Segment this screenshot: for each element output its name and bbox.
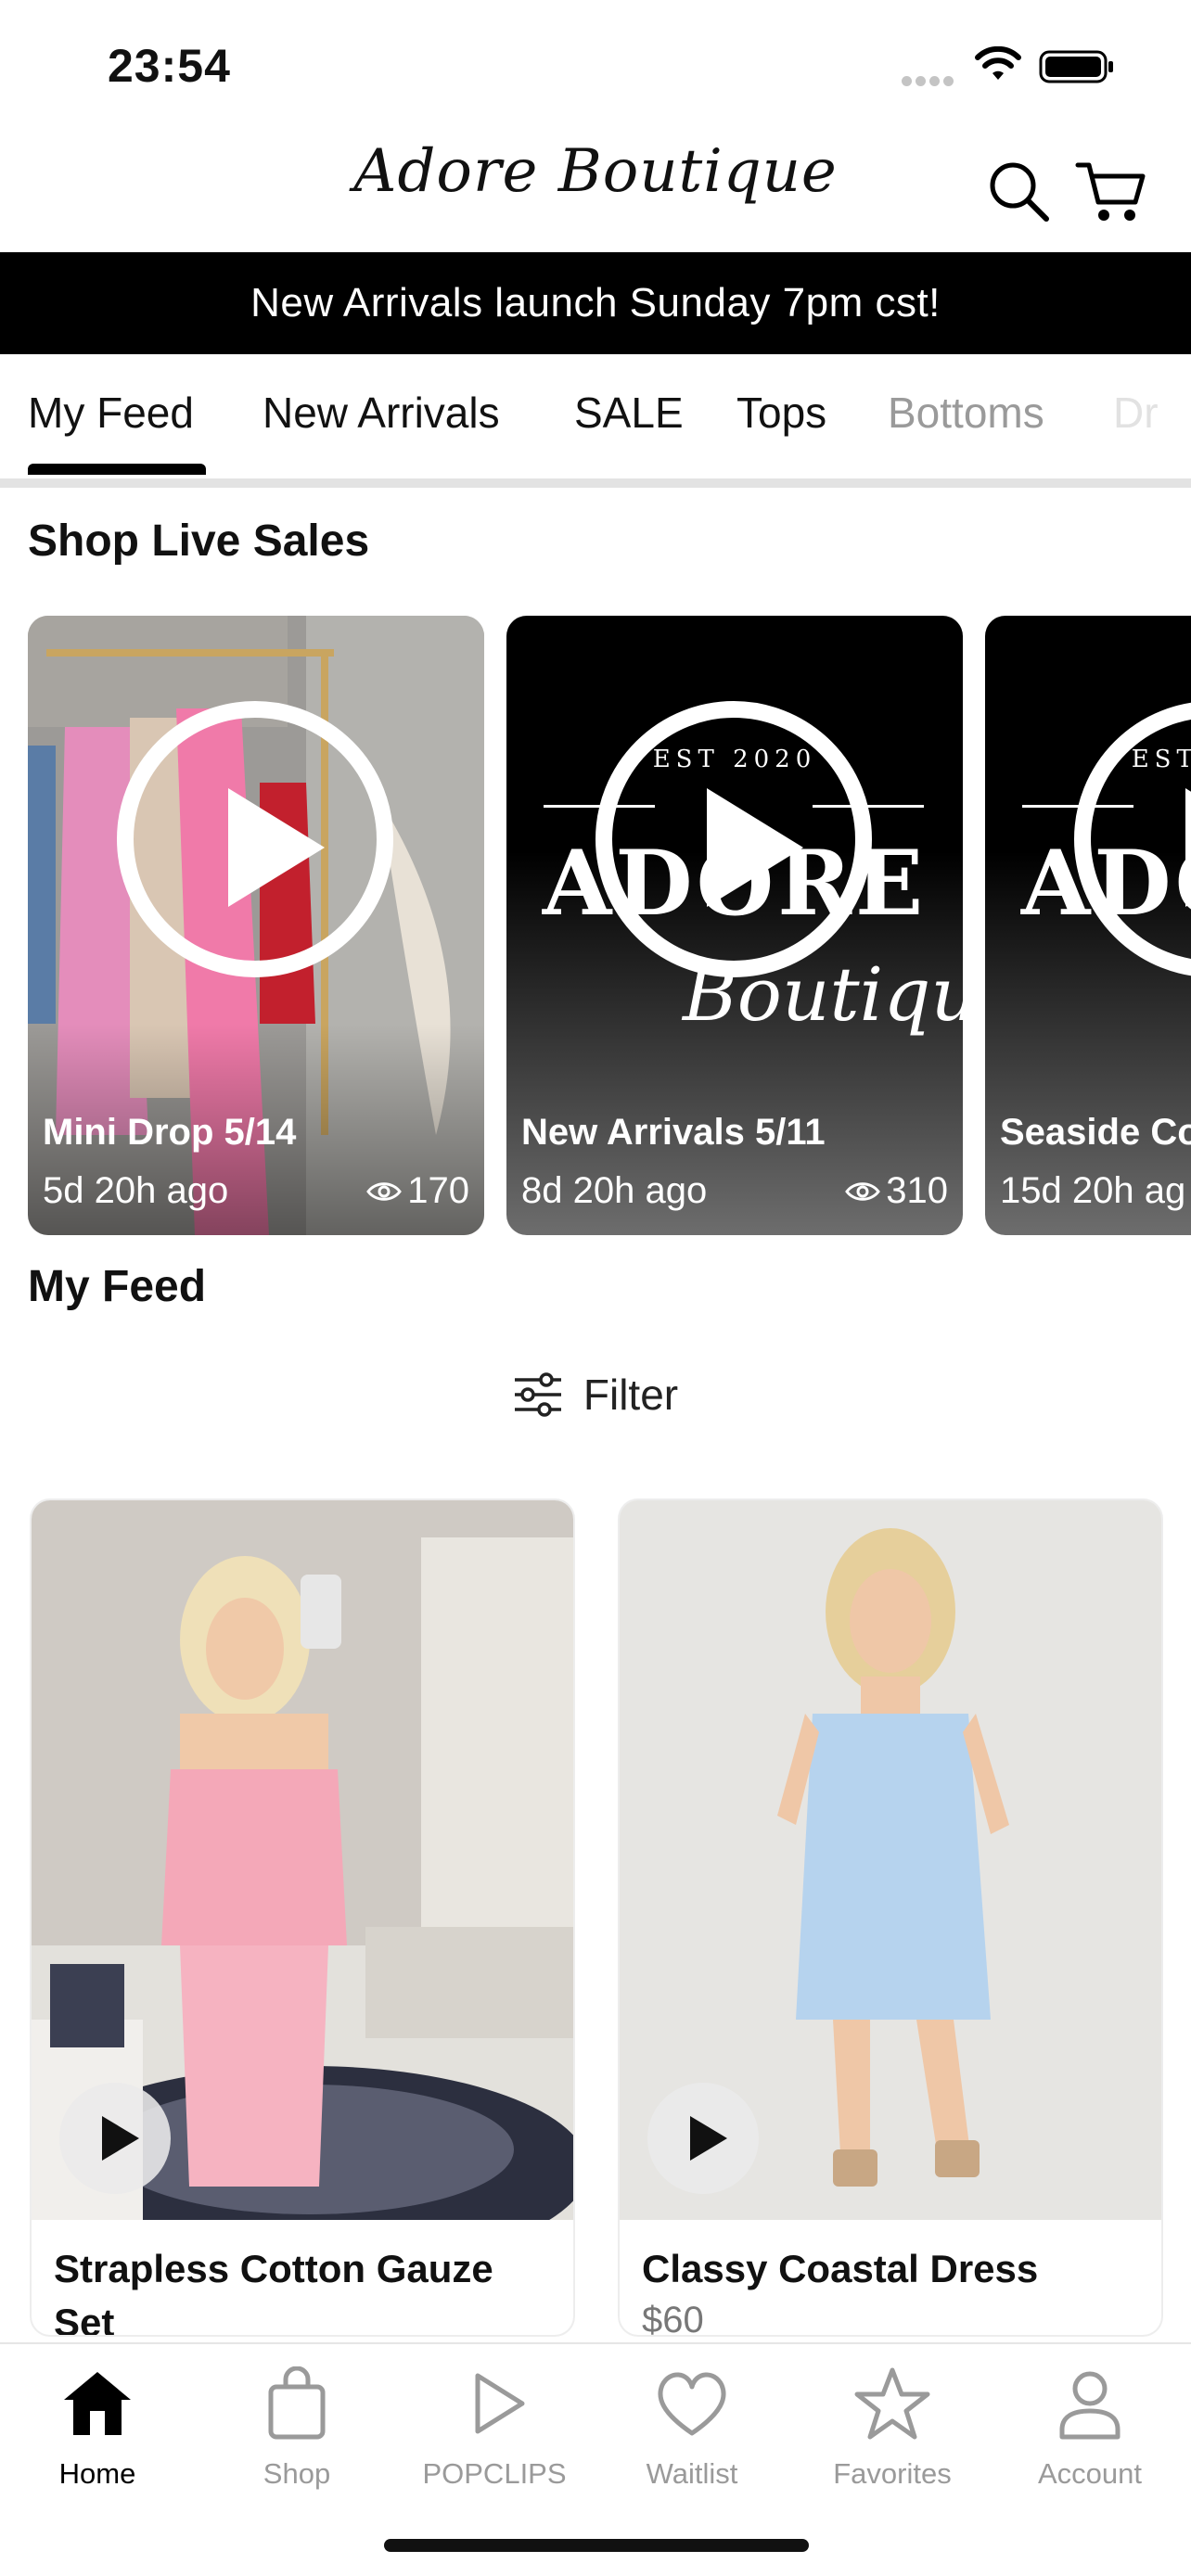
nav-label: Home [58,2457,136,2490]
nav-popclips[interactable]: POPCLIPS [411,2366,578,2491]
wifi-icon [975,46,1021,80]
home-indicator[interactable] [384,2539,809,2552]
eye-icon [366,1181,403,1201]
tab-my-feed[interactable]: My Feed [28,388,194,438]
tabs-divider [0,478,1191,488]
video-play-icon[interactable] [59,2083,171,2194]
product-name: Strapless Cotton Gauze Set [54,2247,493,2335]
nav-label: Waitlist [646,2457,738,2490]
category-tabs: My Feed New Arrivals SALE Tops Bottoms D… [0,354,1191,484]
app-header: Adore Boutique [0,130,1191,252]
live-sales-title: Shop Live Sales [28,516,370,566]
play-icon[interactable] [596,701,872,977]
tab-sale[interactable]: SALE [574,388,684,438]
live-sale-card[interactable]: Mini Drop 5/14 5d 20h ago 170 [28,616,484,1235]
announcement-banner[interactable]: New Arrivals launch Sunday 7pm cst! [0,252,1191,354]
views-count: 310 [886,1170,948,1211]
cellular-signal-icon [902,74,957,86]
nav-waitlist[interactable]: Waitlist [608,2366,775,2491]
eye-icon [845,1181,881,1201]
filter-label: Filter [583,1371,679,1419]
live-card-title: Mini Drop 5/14 [43,1112,297,1153]
views-count: 170 [407,1170,469,1211]
product-card[interactable]: Classy Coastal Dress $60 [620,1500,1161,2335]
cart-icon[interactable] [1074,154,1148,228]
active-tab-indicator [28,464,206,475]
nav-shop[interactable]: Shop [213,2366,380,2491]
play-icon [475,2373,525,2434]
live-card-age: 5d 20h ago [43,1170,229,1211]
video-play-icon[interactable] [647,2083,759,2194]
nav-account[interactable]: Account [1006,2366,1173,2491]
live-sale-card[interactable]: EST 2020 ADORE Seaside Co 15d 20h ag [985,616,1191,1235]
battery-icon [1039,50,1113,83]
nav-label: Account [1037,2457,1142,2490]
filter-button[interactable]: Filter [0,1359,1191,1430]
nav-home[interactable]: Home [14,2366,181,2491]
heart-icon [658,2372,726,2436]
live-card-age: 8d 20h ago [521,1170,708,1211]
live-card-title: New Arrivals 5/11 [521,1112,826,1153]
product-name: Classy Coastal Dress [642,2247,1039,2290]
product-price: $60 [642,2300,704,2335]
live-sales-carousel[interactable]: Mini Drop 5/14 5d 20h ago 170 EST 2020 A… [0,616,1191,1237]
live-sale-card[interactable]: EST 2020 ADORE Boutique New Arrivals 5/1… [506,616,963,1235]
tab-new-arrivals[interactable]: New Arrivals [263,388,500,438]
tab-dresses[interactable]: Dr [1113,388,1159,438]
status-bar: 23:54 [0,0,1191,130]
nav-label: Favorites [833,2457,952,2490]
live-card-views: 310 [845,1170,948,1212]
live-card-age: 15d 20h ag [1000,1170,1186,1211]
tab-bottoms[interactable]: Bottoms [888,388,1044,438]
product-card[interactable]: Strapless Cotton Gauze Set [32,1500,573,2335]
tab-tops[interactable]: Tops [736,388,826,438]
live-card-views: 170 [366,1170,469,1212]
search-icon[interactable] [985,158,1052,224]
home-icon [64,2372,131,2435]
shopping-bag-icon [268,2366,326,2440]
live-card-title: Seaside Co [1000,1112,1191,1153]
nav-label: POPCLIPS [422,2457,567,2490]
nav-label: Shop [263,2457,331,2490]
filter-icon [514,1372,561,1417]
person-icon [1059,2371,1121,2440]
play-icon[interactable] [1074,701,1191,977]
feed-title: My Feed [28,1262,207,1311]
star-icon [854,2367,930,2440]
play-icon[interactable] [117,701,393,977]
nav-favorites[interactable]: Favorites [809,2366,976,2491]
status-time: 23:54 [108,40,231,92]
